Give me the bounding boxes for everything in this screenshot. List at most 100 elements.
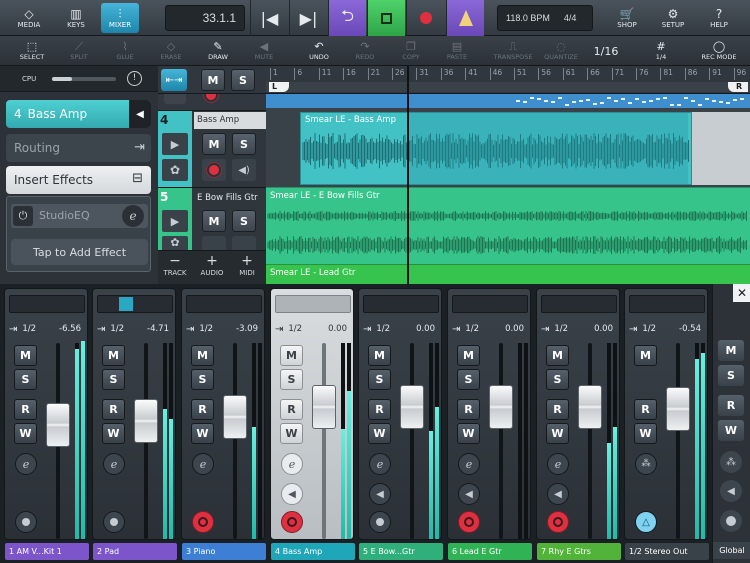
- track-4-solo[interactable]: S: [232, 133, 256, 155]
- record-arm-icon[interactable]: [103, 511, 125, 533]
- io-row[interactable]: ⇥ 1/2 0.00: [275, 321, 351, 337]
- routing-node-icon[interactable]: ⁂: [720, 451, 742, 473]
- quantize-value[interactable]: 1/16: [584, 37, 628, 65]
- mute-button[interactable]: M: [102, 345, 125, 366]
- record-arm-icon[interactable]: [15, 511, 37, 533]
- read-button[interactable]: R: [634, 399, 657, 420]
- partial-clip-lane[interactable]: [266, 94, 750, 108]
- speaker-icon[interactable]: ◀: [720, 480, 742, 502]
- paste-button[interactable]: ▤ PASTE: [434, 37, 480, 65]
- solo-button[interactable]: S: [546, 369, 569, 390]
- channel-strip[interactable]: ⇥ 1/2 0.00 M S R We ◀ 5 E Bow...Gtr: [358, 288, 443, 560]
- read-button[interactable]: R: [280, 399, 303, 420]
- help-button[interactable]: ? HELP: [700, 3, 738, 33]
- collapse-arrow-icon[interactable]: ◀: [129, 100, 151, 128]
- quantize-button[interactable]: ◌ QUANTIZE: [536, 37, 586, 65]
- channel-strip[interactable]: ⇥ 1/2 -3.09 MSRWe 3 Piano: [181, 288, 266, 560]
- channel-strip[interactable]: ⇥ 1/2 -4.71 MSRWe 2 Pad: [92, 288, 177, 560]
- close-icon[interactable]: ✕: [733, 284, 750, 302]
- io-row[interactable]: ⇥ 1/2 -6.56: [9, 321, 85, 337]
- insert-slot[interactable]: [541, 295, 617, 313]
- instrument-icon[interactable]: ✿: [162, 236, 188, 250]
- grid-button[interactable]: #1/4: [638, 37, 684, 65]
- monitor-icon[interactable]: ◀: [281, 483, 303, 505]
- io-row[interactable]: ⇥ 1/2 0.00: [541, 321, 617, 337]
- global-write[interactable]: W: [718, 420, 744, 441]
- record-arm-icon[interactable]: [192, 511, 214, 533]
- read-button[interactable]: R: [191, 399, 214, 420]
- split-tool[interactable]: ⟋ SPLIT: [56, 37, 102, 65]
- volume-readout[interactable]: 0.00: [416, 324, 435, 334]
- track-header-5[interactable]: 5 E Bow Fills Gtr ▶ ✿ M S: [158, 187, 266, 251]
- undo-button[interactable]: ↶ UNDO: [296, 37, 342, 65]
- rewind-button[interactable]: |◀: [250, 0, 288, 36]
- metronome-button[interactable]: [446, 0, 484, 36]
- power-icon[interactable]: ⏻: [13, 206, 33, 226]
- mute-button[interactable]: M: [457, 345, 480, 366]
- write-button[interactable]: W: [368, 423, 391, 444]
- write-button[interactable]: W: [634, 423, 657, 444]
- volume-fader[interactable]: [666, 387, 690, 431]
- routing-button[interactable]: Routing ⇥: [6, 134, 151, 162]
- mixer-button[interactable]: ⫶ MIXER: [101, 3, 139, 33]
- add-midi-button[interactable]: + MIDI: [232, 253, 262, 283]
- edit-effects-icon[interactable]: e: [547, 453, 569, 475]
- solo-button[interactable]: S: [280, 369, 303, 390]
- edit-effects-icon[interactable]: e: [458, 453, 480, 475]
- setup-button[interactable]: ⚙ SETUP: [654, 3, 692, 33]
- effect-slot[interactable]: ⏻ StudioEQ e: [11, 204, 148, 228]
- redo-button[interactable]: ↷ REDO: [342, 37, 388, 65]
- glue-tool[interactable]: ⌇ GLUE: [102, 37, 148, 65]
- mute-button[interactable]: M: [546, 345, 569, 366]
- track-5-record[interactable]: [202, 236, 226, 250]
- monitor-icon[interactable]: ◀: [458, 483, 480, 505]
- selected-track-button[interactable]: 4 Bass Amp ◀: [6, 100, 151, 128]
- track-4-record[interactable]: [202, 159, 226, 181]
- read-button[interactable]: R: [368, 399, 391, 420]
- global-mute-all[interactable]: M: [718, 340, 744, 361]
- monitor-icon[interactable]: ◀): [232, 159, 256, 181]
- erase-tool[interactable]: ◇ ERASE: [148, 37, 194, 65]
- copy-button[interactable]: ❐ COPY: [388, 37, 434, 65]
- keys-button[interactable]: ▥ KEYS: [58, 3, 94, 33]
- insert-slot[interactable]: [186, 295, 262, 313]
- channel-name[interactable]: 5 E Bow...Gtr: [359, 543, 443, 560]
- mute-button[interactable]: M: [280, 345, 303, 366]
- read-button[interactable]: R: [457, 399, 480, 420]
- io-row[interactable]: ⇥ 1/2 -0.54: [629, 321, 705, 337]
- channel-strip[interactable]: ⇥ 1/2 -0.54 M R W ⁂ △ 1/2 Stereo Out: [624, 288, 709, 560]
- select-tool[interactable]: ⬚ SELECT: [9, 37, 55, 65]
- volume-fader[interactable]: [46, 403, 70, 447]
- track-4-mute[interactable]: M: [202, 133, 226, 155]
- transpose-button[interactable]: ⎍ TRANSPOSE: [487, 37, 539, 65]
- volume-readout[interactable]: 0.00: [505, 324, 524, 334]
- volume-readout[interactable]: -4.71: [147, 324, 169, 334]
- volume-readout[interactable]: -3.09: [236, 324, 258, 334]
- mute-button[interactable]: M: [634, 345, 657, 366]
- mute-button[interactable]: M: [191, 345, 214, 366]
- record-button[interactable]: [406, 0, 444, 36]
- ebow-clip[interactable]: Smear LE - E Bow Fills Gtr: [266, 187, 750, 264]
- mute-tool[interactable]: ◀ MUTE: [241, 37, 287, 65]
- edit-effects-icon[interactable]: e: [281, 453, 303, 475]
- volume-readout[interactable]: 0.00: [594, 324, 613, 334]
- play-icon[interactable]: ▶: [162, 210, 188, 232]
- channel-name[interactable]: 6 Lead E Gtr: [448, 543, 532, 560]
- global-read[interactable]: R: [718, 395, 744, 416]
- io-row[interactable]: ⇥ 1/2 -4.71: [97, 321, 173, 337]
- io-row[interactable]: ⇥ 1/2 -3.09: [186, 321, 262, 337]
- volume-readout[interactable]: 0.00: [328, 324, 347, 334]
- timeline-ruler[interactable]: 1 6 11 16 21 26 31 36 41 46 51 56 61 66 71 76 81 86 91 96 L…: [266, 66, 750, 94]
- edit-effects-icon[interactable]: e: [15, 453, 37, 475]
- record-arm-icon[interactable]: [281, 511, 303, 533]
- solo-button[interactable]: S: [14, 369, 37, 390]
- metronome-icon[interactable]: △: [635, 511, 657, 533]
- insert-slot[interactable]: [9, 295, 85, 313]
- channel-strip[interactable]: ⇥ 1/2 0.00 M S R We ◀ 7 Rhy E Gtrs: [536, 288, 621, 560]
- write-button[interactable]: W: [280, 423, 303, 444]
- track-name[interactable]: Bass Amp: [194, 112, 266, 129]
- channel-name[interactable]: 7 Rhy E Gtrs: [537, 543, 621, 560]
- insert-slot[interactable]: [629, 295, 705, 313]
- partial-record-dot[interactable]: [204, 94, 218, 102]
- io-row[interactable]: ⇥ 1/2 0.00: [452, 321, 528, 337]
